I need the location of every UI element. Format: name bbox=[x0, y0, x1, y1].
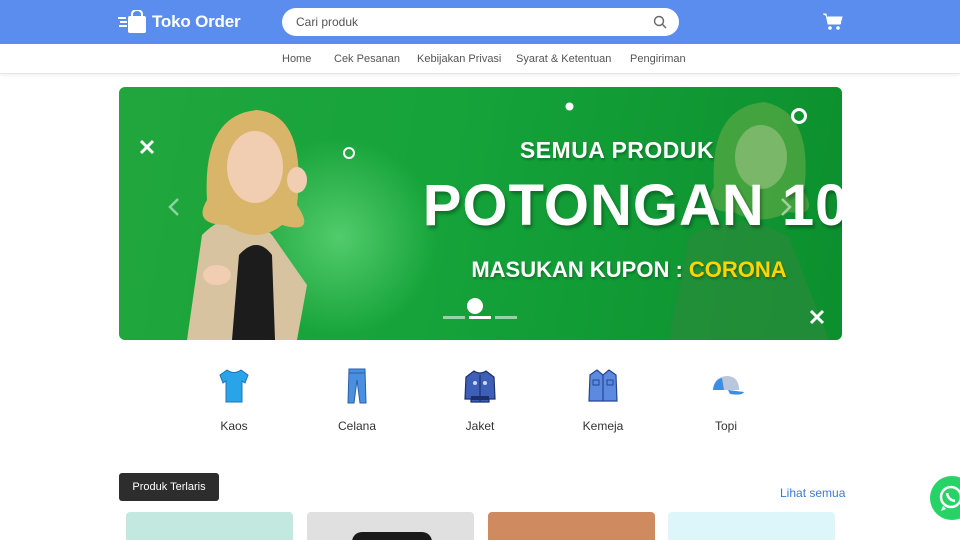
pants-icon bbox=[347, 368, 367, 404]
category-jaket[interactable]: Jaket bbox=[440, 366, 520, 433]
nav-home[interactable]: Home bbox=[282, 53, 311, 65]
category-topi[interactable]: Topi bbox=[686, 366, 766, 433]
category-kaos[interactable]: Kaos bbox=[194, 366, 274, 433]
product-card[interactable] bbox=[488, 512, 655, 540]
carousel-pointer bbox=[467, 298, 483, 314]
section-title: Produk Terlaris bbox=[119, 473, 219, 501]
product-image bbox=[352, 532, 432, 540]
cap-icon bbox=[713, 376, 744, 395]
carousel-indicator-2[interactable] bbox=[469, 316, 491, 319]
category-label: Celana bbox=[337, 419, 377, 433]
banner-discount: POTONGAN 10K bbox=[422, 173, 842, 238]
category-label: Kaos bbox=[220, 419, 248, 433]
banner-headline: SEMUA PRODUK bbox=[519, 137, 715, 163]
promo-banner[interactable]: SEMUA PRODUK POTONGAN 10K MASUKAN KUPON … bbox=[119, 87, 842, 340]
carousel-indicator-3[interactable] bbox=[495, 316, 517, 319]
coupon-code: CORONA bbox=[688, 257, 787, 282]
nav-syarat-ketentuan[interactable]: Syarat & Ketentuan bbox=[516, 53, 611, 65]
shopping-bag-icon bbox=[118, 10, 146, 33]
banner-coupon-text: MASUKAN KUPON : CORONA bbox=[419, 257, 839, 283]
cross-decoration bbox=[139, 139, 155, 155]
top-header: Toko Order bbox=[0, 0, 960, 44]
product-card[interactable] bbox=[126, 512, 293, 540]
nav-cek-pesanan[interactable]: Cek Pesanan bbox=[334, 53, 400, 65]
search-input[interactable] bbox=[296, 8, 636, 36]
whatsapp-button[interactable] bbox=[930, 476, 960, 520]
whatsapp-icon bbox=[939, 485, 960, 511]
banner-coupon-prefix: MASUKAN KUPON : bbox=[471, 257, 689, 282]
nav-pengiriman[interactable]: Pengiriman bbox=[630, 53, 686, 65]
brand-logo[interactable]: Toko Order bbox=[118, 9, 241, 35]
carousel-indicator-1[interactable] bbox=[443, 316, 465, 319]
carousel-indicators bbox=[443, 316, 517, 319]
nav-kebijakan-privasi[interactable]: Kebijakan Privasi bbox=[417, 53, 501, 65]
ring-decoration bbox=[791, 108, 807, 124]
search-bar[interactable] bbox=[282, 8, 679, 36]
product-card[interactable] bbox=[668, 512, 835, 540]
brand-name: Toko Order bbox=[152, 12, 241, 31]
carousel-prev-icon[interactable] bbox=[167, 197, 181, 217]
model-illustration bbox=[187, 110, 307, 340]
category-label: Jaket bbox=[465, 419, 495, 433]
shirt-icon bbox=[588, 369, 618, 402]
jacket-icon bbox=[464, 370, 496, 403]
dot-decoration bbox=[565, 102, 574, 111]
category-label: Topi bbox=[714, 419, 737, 433]
product-card[interactable] bbox=[307, 512, 474, 540]
ring-decoration bbox=[343, 147, 355, 159]
category-label: Kemeja bbox=[582, 419, 624, 433]
search-icon[interactable] bbox=[653, 15, 667, 29]
category-celana[interactable]: Celana bbox=[317, 366, 397, 433]
cross-decoration bbox=[809, 309, 825, 325]
category-kemeja[interactable]: Kemeja bbox=[563, 366, 643, 433]
see-all-link[interactable]: Lihat semua bbox=[780, 486, 845, 500]
main-nav: Home Cek Pesanan Kebijakan Privasi Syara… bbox=[0, 44, 960, 74]
carousel-next-icon[interactable] bbox=[779, 197, 793, 217]
tshirt-icon bbox=[219, 369, 249, 403]
cart-icon[interactable] bbox=[823, 13, 843, 31]
